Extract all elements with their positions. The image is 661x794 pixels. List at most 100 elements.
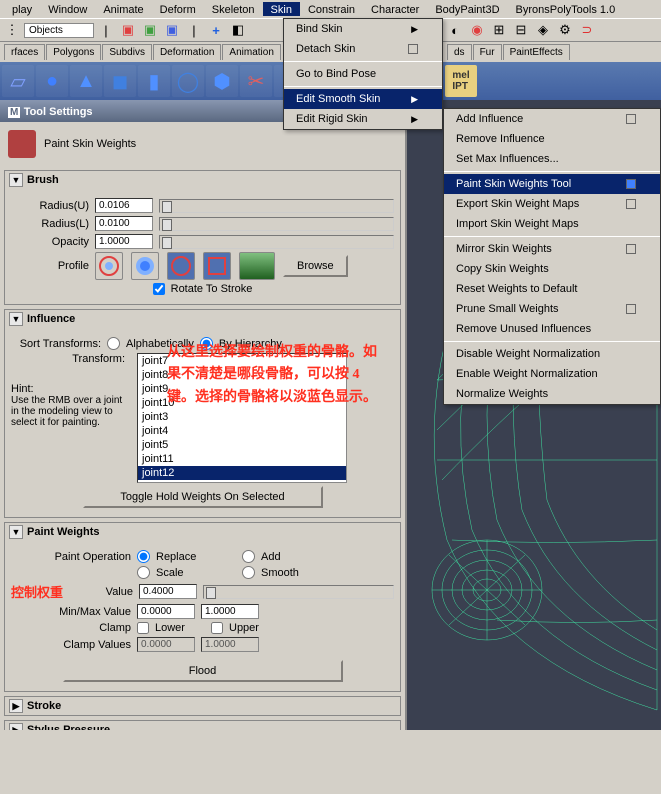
shelf-cylinder-icon[interactable]: ▮ — [138, 65, 170, 97]
menu-item[interactable]: Paint Skin Weights Tool — [444, 174, 660, 194]
profile-square-icon[interactable] — [203, 252, 231, 280]
shelf-sphere-icon[interactable]: ● — [36, 65, 68, 97]
collapse-paint-icon[interactable]: ▼ — [9, 525, 23, 539]
menu-item[interactable]: Mirror Skin Weights — [444, 239, 660, 259]
max-input[interactable] — [201, 604, 259, 619]
menu-skin[interactable]: Skin — [263, 2, 300, 16]
tab-subdivs[interactable]: Subdivs — [102, 44, 152, 60]
menu-animate[interactable]: Animate — [95, 2, 151, 16]
menu-item[interactable]: Import Skin Weight Maps — [444, 214, 660, 234]
menu-byrons[interactable]: ByronsPolyTools 1.0 — [508, 2, 624, 16]
menu-item[interactable]: Remove Unused Influences — [444, 319, 660, 339]
tool-icon-r6[interactable]: ⚙ — [555, 20, 575, 40]
tab-deformation[interactable]: Deformation — [153, 44, 221, 60]
tool-icon-r1[interactable]: ◐ — [445, 20, 465, 40]
tool-icon-3[interactable]: ▣ — [162, 20, 182, 40]
new-icon[interactable]: + — [206, 20, 226, 40]
joint-item[interactable]: joint9 — [138, 382, 346, 396]
menu-bodypaint[interactable]: BodyPaint3D — [427, 2, 507, 16]
op-smooth-radio[interactable] — [242, 566, 255, 579]
profile-soft-icon[interactable] — [131, 252, 159, 280]
menu-constrain[interactable]: Constrain — [300, 2, 363, 16]
profile-image-icon[interactable] — [239, 252, 275, 280]
opacity-slider[interactable] — [159, 235, 394, 249]
shelf-plane-icon[interactable]: ▱ — [2, 65, 34, 97]
menu-item[interactable]: Disable Weight Normalization — [444, 344, 660, 364]
tab-animation[interactable]: Animation — [222, 44, 280, 60]
tool-icon-2[interactable]: ▣ — [140, 20, 160, 40]
radius-u-input[interactable] — [95, 198, 153, 213]
toggle-hold-button[interactable]: Toggle Hold Weights On Selected — [83, 486, 323, 508]
menu-item[interactable]: Bind Skin▶ — [284, 19, 442, 39]
joint-item[interactable]: joint3 — [138, 410, 346, 424]
collapse-influence-icon[interactable]: ▼ — [9, 312, 23, 326]
sort-alpha-radio[interactable] — [107, 337, 120, 350]
tool-icon-r2[interactable]: ◉ — [467, 20, 487, 40]
rotate-stroke-checkbox[interactable] — [153, 283, 165, 295]
shelf-tool8-icon[interactable]: ✂ — [240, 65, 272, 97]
menu-item[interactable]: Detach Skin — [284, 39, 442, 59]
magnet-icon[interactable]: ⊃ — [577, 20, 597, 40]
value-input[interactable] — [139, 584, 197, 599]
sort-hier-radio[interactable] — [200, 337, 213, 350]
clamp-upper-checkbox[interactable] — [211, 622, 223, 634]
joint-item[interactable]: joint13 — [138, 480, 346, 483]
menu-item[interactable]: Edit Rigid Skin▶ — [284, 109, 442, 129]
shelf-prism-icon[interactable]: ⬢ — [206, 65, 238, 97]
menu-play[interactable]: play — [4, 2, 40, 16]
menu-skeleton[interactable]: Skeleton — [204, 2, 263, 16]
tool-icon-4[interactable]: ◧ — [228, 20, 248, 40]
menu-window[interactable]: Window — [40, 2, 95, 16]
radius-l-slider[interactable] — [159, 217, 394, 231]
flood-button[interactable]: Flood — [63, 660, 343, 682]
joint-item[interactable]: joint11 — [138, 452, 346, 466]
shelf-torus-icon[interactable]: ◯ — [172, 65, 204, 97]
op-add-radio[interactable] — [242, 550, 255, 563]
menu-character[interactable]: Character — [363, 2, 427, 16]
tab-ds[interactable]: ds — [447, 44, 472, 60]
collapse-brush-icon[interactable]: ▼ — [9, 173, 23, 187]
tab-fur[interactable]: Fur — [473, 44, 502, 60]
tool-icon-1[interactable]: ▣ — [118, 20, 138, 40]
menu-item[interactable]: Normalize Weights — [444, 384, 660, 404]
menu-item[interactable]: Go to Bind Pose — [284, 64, 442, 84]
tab-painteffects[interactable]: PaintEffects — [503, 44, 570, 60]
menu-deform[interactable]: Deform — [152, 2, 204, 16]
menu-item[interactable]: Add Influence — [444, 109, 660, 129]
shelf-mel-icon[interactable]: melIPT — [445, 65, 477, 97]
menu-item[interactable]: Copy Skin Weights — [444, 259, 660, 279]
menu-item[interactable]: Export Skin Weight Maps — [444, 194, 660, 214]
joint-item[interactable]: joint12 — [138, 466, 346, 480]
clamp-lower-checkbox[interactable] — [137, 622, 149, 634]
selection-mode-dropdown[interactable] — [24, 23, 94, 38]
min-input[interactable] — [137, 604, 195, 619]
menu-item[interactable]: Edit Smooth Skin▶ — [284, 89, 442, 109]
tool-icon-r4[interactable]: ⊟ — [511, 20, 531, 40]
joint-item[interactable]: joint7 — [138, 354, 346, 368]
op-replace-radio[interactable] — [137, 550, 150, 563]
menu-item[interactable]: Remove Influence — [444, 129, 660, 149]
expand-stylus-icon[interactable]: ▶ — [9, 723, 23, 730]
value-slider[interactable] — [203, 585, 394, 599]
profile-gaussian-icon[interactable] — [95, 252, 123, 280]
joint-item[interactable]: joint4 — [138, 424, 346, 438]
shelf-cube-icon[interactable]: ◼ — [104, 65, 136, 97]
tool-icon-r5[interactable]: ◈ — [533, 20, 553, 40]
joint-item[interactable]: joint5 — [138, 438, 346, 452]
profile-solid-icon[interactable] — [167, 252, 195, 280]
joint-item[interactable]: joint8 — [138, 368, 346, 382]
radius-l-input[interactable] — [95, 216, 153, 231]
menu-item[interactable]: Enable Weight Normalization — [444, 364, 660, 384]
op-scale-radio[interactable] — [137, 566, 150, 579]
tool-icon-r3[interactable]: ⊞ — [489, 20, 509, 40]
joint-item[interactable]: joint10 — [138, 396, 346, 410]
browse-button[interactable]: Browse — [283, 255, 348, 277]
opacity-input[interactable] — [95, 234, 153, 249]
menu-item[interactable]: Prune Small Weights — [444, 299, 660, 319]
tab-surfaces[interactable]: rfaces — [4, 44, 45, 60]
expand-stroke-icon[interactable]: ▶ — [9, 699, 23, 713]
radius-u-slider[interactable] — [159, 199, 394, 213]
menu-item[interactable]: Reset Weights to Default — [444, 279, 660, 299]
menu-item[interactable]: Set Max Influences... — [444, 149, 660, 169]
tab-polygons[interactable]: Polygons — [46, 44, 101, 60]
